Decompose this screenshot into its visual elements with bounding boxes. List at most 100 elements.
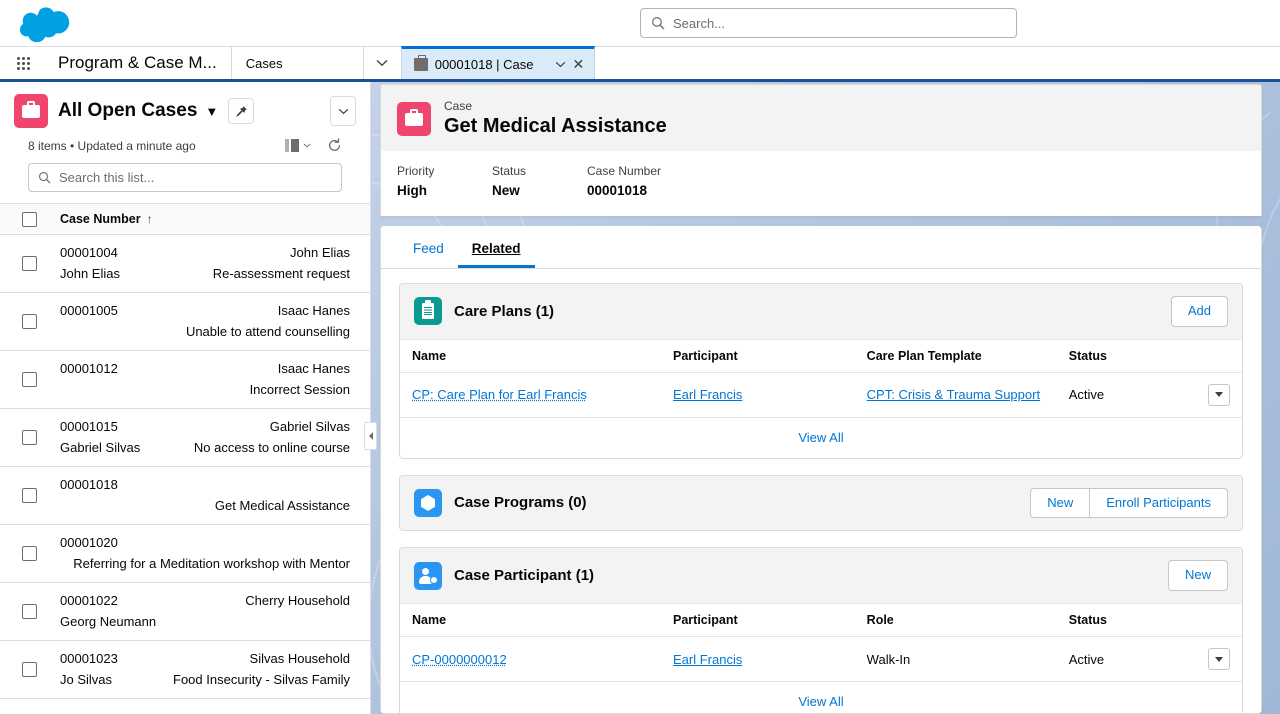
salesforce-app: Program & Case M... Cases 00001018 | Cas… [0, 0, 1280, 714]
column-header[interactable]: Name [400, 339, 662, 373]
tab-related[interactable]: Related [457, 226, 535, 268]
card-header: Case Participant (1) New [400, 548, 1242, 605]
list-item: 00001022 Cherry Household Georg Neumann [37, 591, 370, 631]
column-header-actions [1183, 339, 1242, 373]
global-header [0, 0, 1280, 46]
open-tab-case-00001018[interactable]: 00001018 | Case ✕ [400, 46, 596, 79]
column-header-case-number[interactable]: Case Number [60, 212, 141, 226]
record-detail-area: Feed Related Care Plans (1) Add Name Partici… [380, 225, 1262, 714]
field-value: 00001018 [587, 183, 648, 199]
cell-participant-link[interactable]: Earl Francis [673, 652, 742, 667]
table-row[interactable]: 00001020 Referring for a Meditation works… [0, 525, 370, 583]
row-subject: Food Insecurity - Silvas Family [173, 671, 350, 687]
chevron-down-icon [376, 59, 388, 67]
list-search[interactable] [28, 163, 342, 192]
highlight-field: Status New [492, 161, 587, 202]
row-account: Isaac Hanes [277, 361, 350, 377]
table-row[interactable]: 00001005 Isaac Hanes Unable to attend coun… [0, 293, 370, 351]
row-checkbox[interactable] [22, 314, 37, 329]
row-checkbox[interactable] [22, 430, 37, 445]
row-subject: No access to online course [193, 439, 350, 455]
row-subject: Incorrect Session [249, 381, 350, 397]
column-header[interactable]: Participant [661, 604, 855, 638]
related-cards-area: Care Plans (1) Add Name Participant Care Pla… [381, 269, 1261, 713]
row-checkbox[interactable] [22, 662, 37, 677]
salesforce-cloud-logo[interactable] [20, 4, 70, 42]
row-actions-icon[interactable] [1208, 648, 1230, 671]
column-header[interactable]: Role [854, 604, 1057, 638]
row-actions-icon[interactable] [1208, 383, 1230, 406]
list-item: 00001005 Isaac Hanes Unable to attend coun… [37, 301, 370, 341]
nav-more-button[interactable] [362, 47, 401, 79]
case-programs-new-button[interactable]: New [1030, 487, 1090, 519]
row-checkbox[interactable] [22, 372, 37, 387]
tab-feed[interactable]: Feed [399, 226, 458, 268]
list-rows: 00001004 John Elias John Elias Re-assessmen… [0, 235, 370, 714]
list-view-name[interactable]: All Open Cases [58, 100, 197, 122]
list-search-input[interactable] [59, 170, 332, 185]
case-briefcase-icon [413, 54, 428, 71]
table-row[interactable]: 00001023 Silvas Household Jo Silvas Food In… [0, 641, 370, 699]
nav-bar: Program & Case M... Cases 00001018 | Cas… [0, 46, 1280, 82]
cell-name-link[interactable]: CP: Care Plan for Earl Francis [412, 387, 587, 402]
table-header-row: Name Participant Role Status [400, 604, 1242, 638]
row-checkbox[interactable] [22, 604, 37, 619]
pin-list-button[interactable] [228, 98, 255, 124]
table-row[interactable]: 00001004 John Elias John Elias Re-assessmen… [0, 235, 370, 293]
app-launcher-grid-icon [16, 56, 30, 70]
select-all-checkbox[interactable] [22, 211, 37, 227]
list-view-controls-button[interactable] [330, 96, 356, 126]
record-panel: Case Get Medical Assistance Priority High… [371, 82, 1280, 714]
list-item-count: 8 items • Updated a minute ago [28, 138, 196, 153]
app-launcher-button[interactable] [0, 47, 46, 79]
column-header[interactable]: Name [400, 604, 662, 638]
care-plans-add-button[interactable]: Add [1170, 295, 1228, 327]
row-case-number: 00001012 [60, 361, 118, 377]
cell-name-link[interactable]: CP-0000000012 [412, 652, 507, 667]
case-participant-new-button[interactable]: New [1167, 560, 1228, 592]
row-contact: Jo Silvas [60, 671, 113, 687]
list-item: 00001004 John Elias John Elias Re-assessmen… [37, 243, 370, 283]
cell-participant-link[interactable]: Earl Francis [673, 387, 742, 402]
open-tab-chevron-down-icon[interactable] [555, 61, 566, 68]
table-row[interactable]: 00001022 Cherry Household Georg Neumann [0, 583, 370, 641]
row-checkbox[interactable] [22, 256, 37, 271]
table-row[interactable]: 00001015 Gabriel Silvas Gabriel Silvas No a… [0, 409, 370, 467]
view-all-link[interactable]: View All [798, 694, 843, 709]
card-actions: New Enroll Participants [1030, 487, 1228, 519]
case-programs-enroll-participants-button[interactable]: Enroll Participants [1089, 487, 1228, 519]
refresh-button[interactable] [327, 138, 342, 153]
global-search[interactable] [640, 8, 1017, 38]
list-search-row [14, 153, 356, 203]
column-header[interactable]: Status [1056, 339, 1184, 373]
row-checkbox[interactable] [22, 546, 37, 561]
list-view-header: All Open Cases ▼ 8 items • Updated a min… [0, 82, 370, 203]
table-row[interactable]: 00001018 Get Medical Assistance [0, 467, 370, 525]
column-header[interactable]: Status [1056, 604, 1184, 638]
column-header[interactable]: Participant [661, 339, 855, 373]
app-name[interactable]: Program & Case M... [46, 47, 231, 79]
list-display-button[interactable] [285, 139, 311, 152]
table-row[interactable]: CP-0000000012 Earl Francis Walk-In Active [400, 636, 1242, 683]
row-checkbox[interactable] [22, 488, 37, 503]
card-header: Case Programs (0) New Enroll Participants [400, 475, 1242, 531]
column-header[interactable]: Care Plan Template [854, 339, 1057, 373]
view-all-row: View All [400, 682, 1242, 713]
row-case-number: 00001022 [60, 593, 118, 609]
list-view-chevron-down-icon[interactable]: ▼ [205, 104, 218, 119]
row-case-number: 00001018 [60, 477, 118, 493]
table-row[interactable]: CP: Care Plan for Earl Francis Earl Franc… [400, 372, 1242, 418]
view-all-link[interactable]: View All [798, 430, 843, 445]
close-icon[interactable]: ✕ [573, 57, 585, 71]
row-account: Isaac Hanes [277, 303, 350, 319]
chevron-down-icon [338, 108, 349, 115]
panel-collapse-handle[interactable] [364, 422, 377, 450]
pin-icon [235, 105, 248, 118]
global-search-input[interactable] [673, 15, 1006, 31]
list-item: 00001018 Get Medical Assistance [37, 475, 370, 515]
cell-template-link[interactable]: CPT: Crisis & Trauma Support [867, 387, 1040, 402]
nav-item-cases[interactable]: Cases [230, 47, 363, 79]
table-row[interactable]: 00001012 Isaac Hanes Incorrect Session [0, 351, 370, 409]
field-label: Status [492, 164, 527, 178]
field-label: Priority [397, 164, 435, 178]
